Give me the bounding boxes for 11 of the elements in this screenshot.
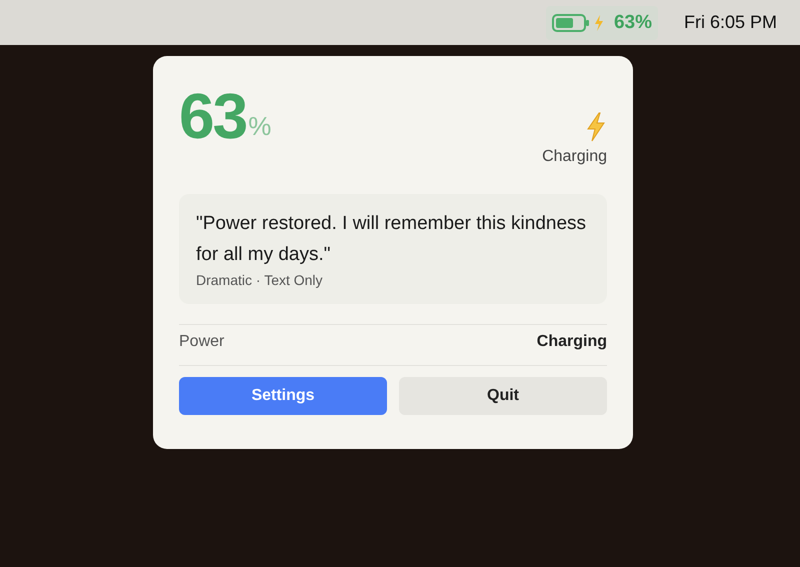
settings-button[interactable]: Settings [179, 377, 387, 415]
message-quote: "Power restored. I will remember this kindness for all my days." [196, 212, 588, 267]
battery-percentage: 63 [179, 84, 246, 148]
quit-button[interactable]: Quit [399, 377, 607, 415]
row-value: Charging [536, 333, 607, 351]
percent-sign: % [248, 111, 272, 142]
message-meta: Dramatic · Text Only [196, 272, 324, 288]
row-label: Power [179, 333, 224, 351]
menu-bar-clock[interactable]: Fri 6:05 PM [684, 12, 777, 33]
charging-status: Charging [542, 148, 607, 166]
battery-icon[interactable] [552, 14, 590, 32]
